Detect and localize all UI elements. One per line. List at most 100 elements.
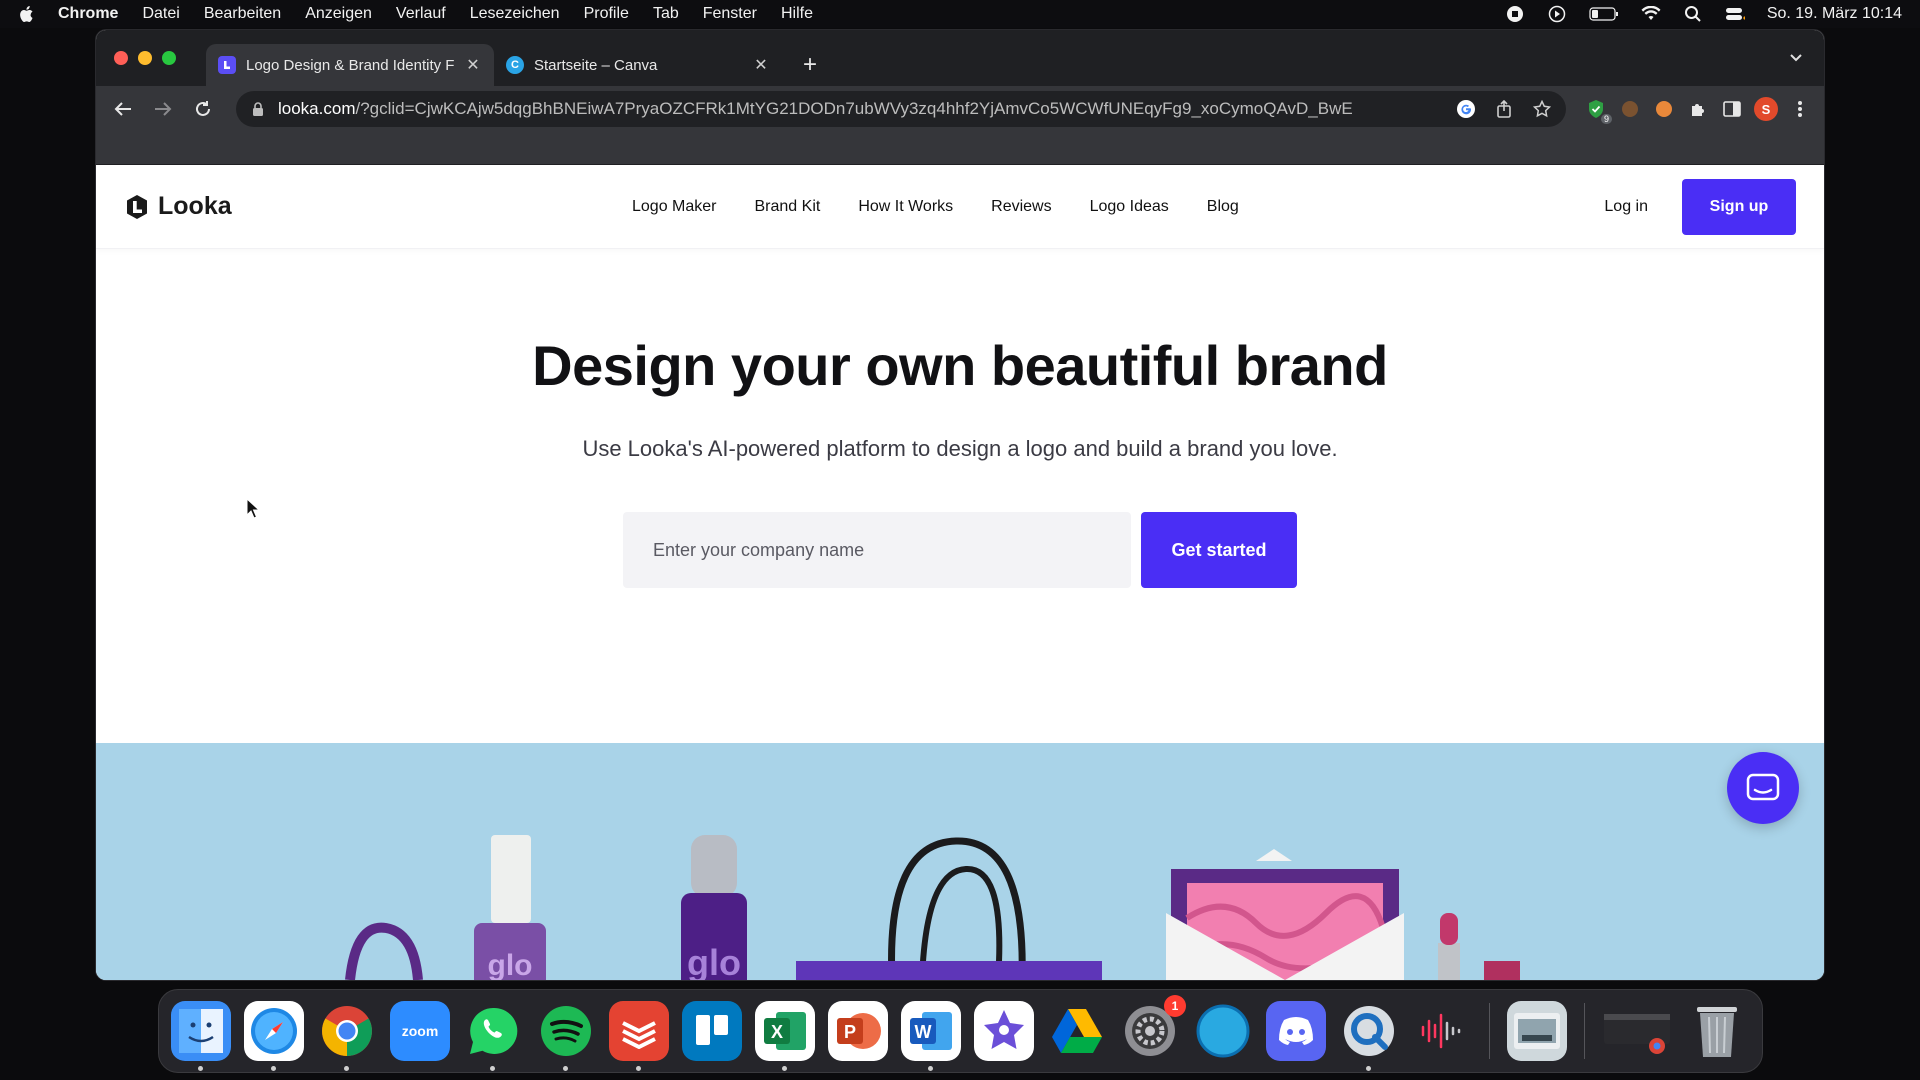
menu-tab[interactable]: Tab bbox=[653, 5, 679, 23]
hero-subtitle: Use Looka's AI-powered platform to desig… bbox=[582, 436, 1338, 461]
header-actions: Log in Sign up bbox=[1604, 178, 1796, 235]
quicktime-icon[interactable] bbox=[1339, 1001, 1399, 1071]
system-settings-icon[interactable]: 1 bbox=[1120, 995, 1186, 1061]
menu-profile[interactable]: Profile bbox=[584, 5, 629, 23]
nav-logo-maker[interactable]: Logo Maker bbox=[632, 198, 717, 216]
nav-how-it-works[interactable]: How It Works bbox=[858, 198, 953, 216]
new-tab-plus-icon[interactable]: + bbox=[796, 51, 824, 79]
share-icon[interactable] bbox=[1494, 99, 1514, 119]
close-tab-icon[interactable]: ✕ bbox=[752, 56, 770, 74]
url-path: /?gclid=CjwKCAjw5dqgBhBNEiwA7PryaOZCFRk1… bbox=[355, 99, 1353, 118]
menu-clock[interactable]: So. 19. März 10:14 bbox=[1767, 5, 1902, 23]
menu-bearbeiten[interactable]: Bearbeiten bbox=[204, 5, 281, 23]
forward-arrow-icon[interactable] bbox=[148, 94, 178, 124]
extensions-puzzle-icon[interactable] bbox=[1686, 97, 1710, 121]
trash-icon[interactable] bbox=[1687, 1001, 1747, 1061]
notification-badge: 1 bbox=[1164, 995, 1186, 1017]
menu-hilfe[interactable]: Hilfe bbox=[781, 5, 813, 23]
excel-icon[interactable]: X bbox=[755, 1001, 815, 1071]
powerpoint-icon[interactable]: P bbox=[828, 1001, 888, 1061]
menu-app-name[interactable]: Chrome bbox=[58, 5, 118, 23]
chat-widget-button[interactable] bbox=[1727, 752, 1799, 824]
get-started-button[interactable]: Get started bbox=[1141, 512, 1297, 588]
back-arrow-icon[interactable] bbox=[108, 94, 138, 124]
chrome-icon[interactable] bbox=[317, 1001, 377, 1071]
site-header: Looka Logo Maker Brand Kit How It Works … bbox=[96, 165, 1824, 249]
nav-blog[interactable]: Blog bbox=[1207, 198, 1239, 216]
spotify-icon[interactable] bbox=[536, 1001, 596, 1071]
dock-separator bbox=[1584, 1003, 1585, 1059]
control-center-icon[interactable] bbox=[1725, 5, 1745, 23]
looka-logo[interactable]: Looka bbox=[124, 192, 232, 221]
word-icon[interactable]: W bbox=[901, 1001, 961, 1071]
bookmark-star-icon[interactable] bbox=[1532, 99, 1552, 119]
url-text: looka.com/?gclid=CjwKCAjw5dqgBhBNEiwA7Pr… bbox=[278, 99, 1444, 119]
safari-icon[interactable] bbox=[244, 1001, 304, 1071]
trello-icon[interactable] bbox=[682, 1001, 742, 1061]
menu-verlauf[interactable]: Verlauf bbox=[396, 5, 446, 23]
powerpoint-letter: P bbox=[844, 1022, 856, 1042]
menu-datei[interactable]: Datei bbox=[142, 5, 179, 23]
macos-dock: zoom X P W 1 bbox=[158, 989, 1763, 1073]
discord-icon[interactable] bbox=[1266, 1001, 1326, 1061]
wifi-icon[interactable] bbox=[1641, 5, 1661, 23]
menu-lesezeichen[interactable]: Lesezeichen bbox=[470, 5, 560, 23]
products-illustration: glo glo bbox=[96, 743, 1824, 980]
profile-avatar[interactable]: S bbox=[1754, 97, 1778, 121]
nav-reviews[interactable]: Reviews bbox=[991, 198, 1051, 216]
nav-brand-kit[interactable]: Brand Kit bbox=[755, 198, 821, 216]
todoist-icon[interactable] bbox=[609, 1001, 669, 1071]
address-bar[interactable]: looka.com/?gclid=CjwKCAjw5dqgBhBNEiwA7Pr… bbox=[236, 91, 1566, 127]
word-letter: W bbox=[915, 1022, 932, 1042]
running-indicator bbox=[271, 1066, 276, 1071]
zoom-window-button[interactable] bbox=[162, 51, 176, 65]
battery-icon[interactable] bbox=[1589, 5, 1619, 23]
play-circle-icon[interactable] bbox=[1547, 5, 1567, 23]
minimized-chrome-window-icon[interactable] bbox=[1602, 1001, 1674, 1061]
adblock-shield-icon[interactable]: 9 bbox=[1584, 97, 1612, 124]
login-link[interactable]: Log in bbox=[1604, 198, 1648, 216]
tab-search-chevron-icon[interactable] bbox=[1786, 48, 1806, 68]
browser-menu-kebab-icon[interactable] bbox=[1788, 97, 1812, 121]
running-indicator bbox=[344, 1066, 349, 1071]
mouse-cursor-icon bbox=[246, 498, 260, 519]
finder-icon[interactable] bbox=[171, 1001, 231, 1071]
running-indicator bbox=[198, 1066, 203, 1071]
tab-title: Startseite – Canva bbox=[534, 56, 658, 74]
url-host: looka.com bbox=[278, 99, 356, 118]
close-tab-icon[interactable]: ✕ bbox=[464, 56, 482, 74]
nail-polish-label: glo bbox=[488, 949, 533, 980]
voice-memos-waveform-icon[interactable] bbox=[1412, 1001, 1472, 1061]
side-panel-icon[interactable] bbox=[1720, 97, 1744, 121]
close-window-button[interactable] bbox=[114, 51, 128, 65]
tab-canva[interactable]: C Startseite – Canva ✕ bbox=[494, 44, 782, 86]
lock-icon[interactable] bbox=[250, 101, 266, 117]
apple-icon[interactable] bbox=[18, 4, 36, 24]
spotlight-search-icon[interactable] bbox=[1683, 5, 1703, 23]
minimize-window-button[interactable] bbox=[138, 51, 152, 65]
cookie-extension-icon[interactable] bbox=[1652, 97, 1676, 121]
company-name-input[interactable] bbox=[623, 512, 1131, 588]
running-indicator bbox=[1366, 1066, 1371, 1071]
tab-strip: Logo Design & Brand Identity F ✕ C Start… bbox=[96, 30, 1824, 86]
extension-brown-icon[interactable] bbox=[1618, 97, 1642, 121]
menu-fenster[interactable]: Fenster bbox=[703, 5, 757, 23]
running-indicator bbox=[636, 1066, 641, 1071]
screen-record-icon[interactable] bbox=[1505, 5, 1525, 23]
nav-logo-ideas[interactable]: Logo Ideas bbox=[1090, 198, 1169, 216]
chat-bubble-icon bbox=[1746, 773, 1780, 801]
company-name-form: Get started bbox=[96, 512, 1824, 588]
tab-looka[interactable]: Logo Design & Brand Identity F ✕ bbox=[206, 44, 494, 86]
preview-window-thumbnail-icon[interactable] bbox=[1507, 1001, 1567, 1061]
reload-icon[interactable] bbox=[188, 94, 218, 124]
menu-anzeigen[interactable]: Anzeigen bbox=[305, 5, 372, 23]
canva-favicon-icon: C bbox=[506, 56, 524, 74]
signup-button[interactable]: Sign up bbox=[1682, 178, 1796, 235]
google-drive-icon[interactable] bbox=[1047, 1001, 1107, 1061]
looka-logo-icon bbox=[127, 194, 147, 219]
siri-icon[interactable] bbox=[1193, 1001, 1253, 1061]
google-lens-icon[interactable] bbox=[1456, 99, 1476, 119]
zoom-icon[interactable]: zoom bbox=[390, 1001, 450, 1061]
whatsapp-icon[interactable] bbox=[463, 1001, 523, 1071]
imovie-star-icon[interactable] bbox=[974, 1001, 1034, 1061]
